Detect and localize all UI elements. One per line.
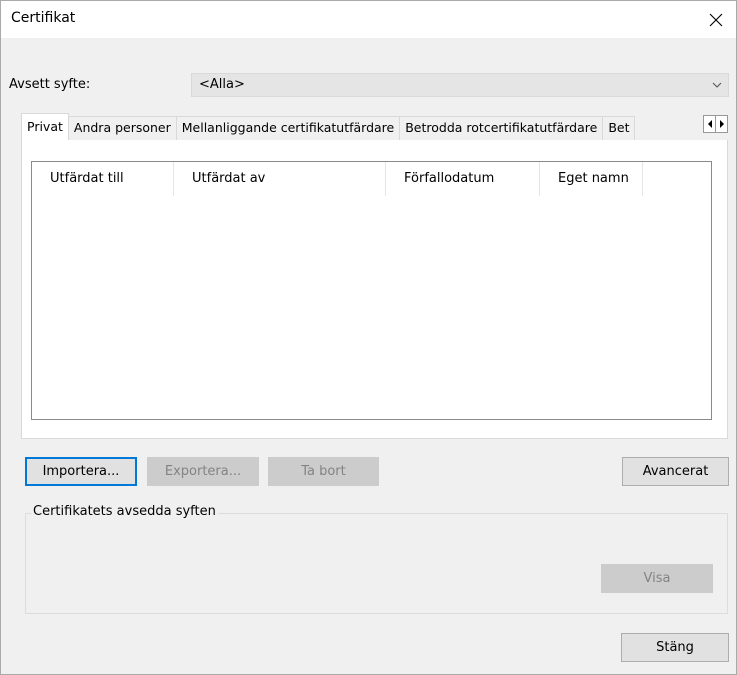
certificate-store-tabs: Privat Andra personer Mellanliggande cer… (21, 113, 728, 141)
list-header: Utfärdat till Utfärdat av Förfallodatum … (32, 162, 711, 196)
chevron-down-icon (712, 82, 722, 88)
purpose-dropdown[interactable]: <Alla> (191, 73, 729, 97)
tab-bet-partial[interactable]: Bet (602, 116, 636, 140)
tab-mellanliggande[interactable]: Mellanliggande certifikatutfärdare (175, 116, 401, 140)
advanced-button[interactable]: Avancerat (622, 457, 729, 486)
tab-betrodda-rot[interactable]: Betrodda rotcertifikatutfärdare (399, 116, 604, 140)
intended-purposes-label: Certifikatets avsedda syften (31, 504, 218, 519)
import-button[interactable]: Importera... (25, 457, 137, 486)
title-bar: Certifikat (1, 1, 736, 38)
tab-scroll-arrows (703, 115, 728, 133)
purpose-label: Avsett syfte: (9, 77, 91, 92)
dialog-title: Certifikat (11, 10, 76, 26)
column-header-friendly-name[interactable]: Eget namn (540, 162, 643, 196)
tab-scroll-right-icon[interactable] (715, 115, 728, 133)
tab-privat[interactable]: Privat (21, 113, 69, 140)
purpose-selected-value: <Alla> (199, 77, 245, 92)
tab-andra-personer[interactable]: Andra personer (67, 116, 177, 140)
column-header-issued-to[interactable]: Utfärdat till (32, 162, 174, 196)
close-button[interactable]: Stäng (621, 633, 729, 662)
export-button[interactable]: Exportera... (147, 457, 259, 486)
close-icon[interactable] (696, 1, 736, 38)
column-header-issued-by[interactable]: Utfärdat av (174, 162, 386, 196)
certificate-list[interactable]: Utfärdat till Utfärdat av Förfallodatum … (31, 161, 712, 420)
view-button[interactable]: Visa (601, 564, 713, 593)
certificates-dialog: Certifikat Avsett syfte: <Alla> Privat A… (0, 0, 737, 675)
remove-button[interactable]: Ta bort (268, 457, 379, 486)
column-header-expiration[interactable]: Förfallodatum (386, 162, 540, 196)
